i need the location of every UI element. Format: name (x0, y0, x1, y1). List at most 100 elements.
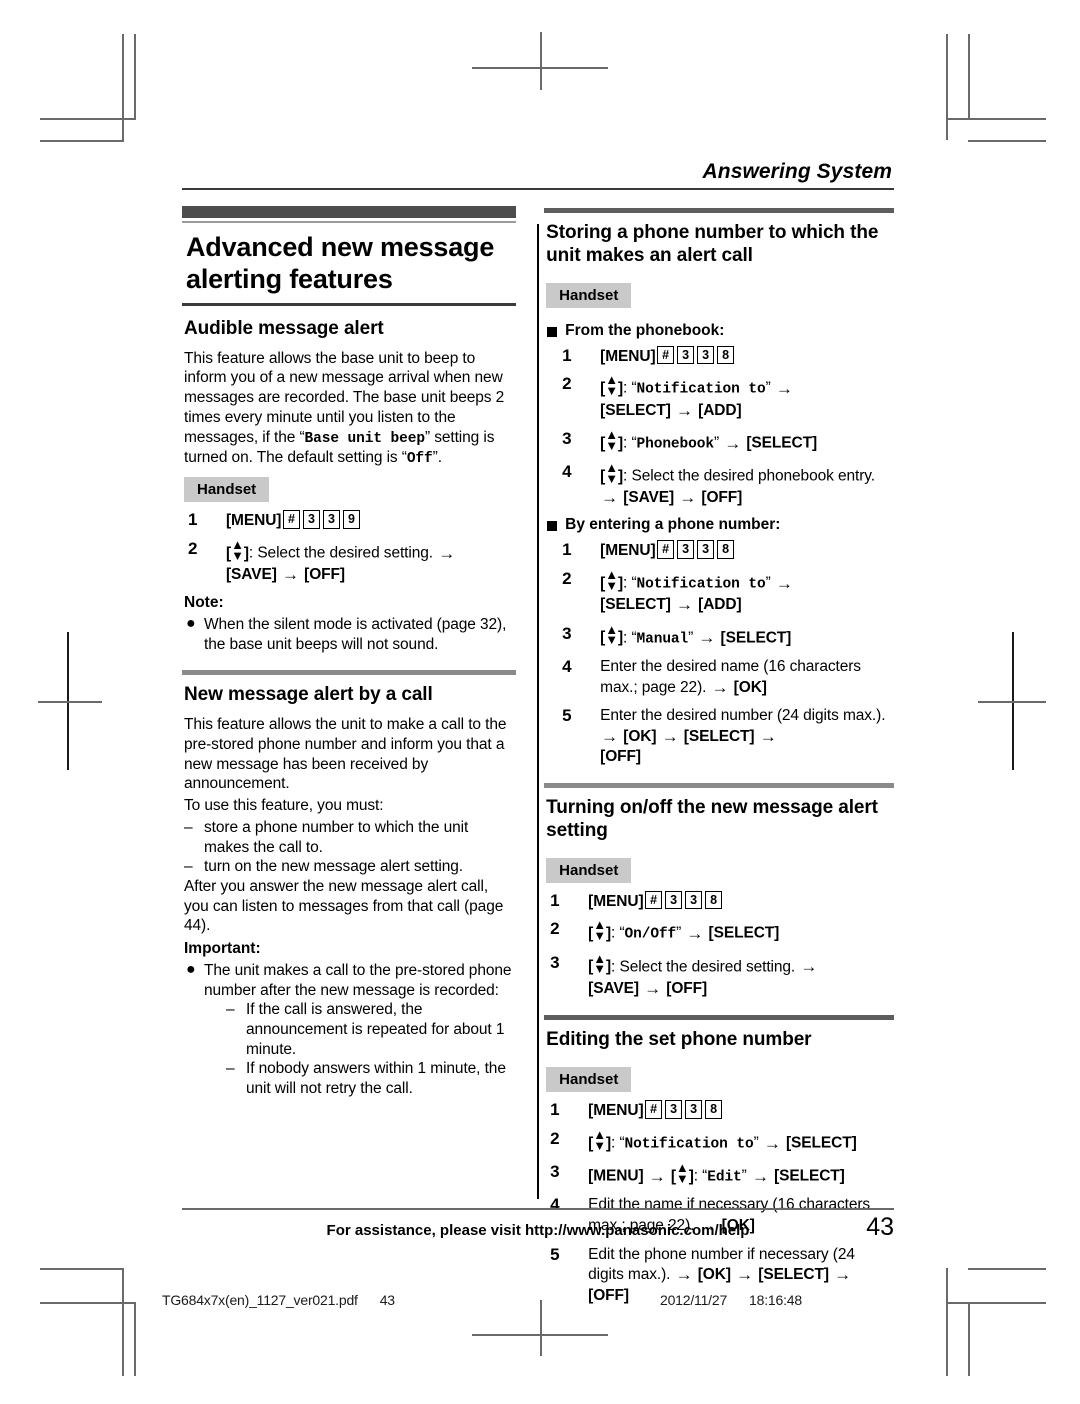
key-8-icon: 8 (705, 890, 723, 910)
menu-key-label: [MENU] (600, 542, 656, 560)
menu-item-label: Notification to (636, 576, 766, 593)
menu-item-label: Notification to (636, 381, 766, 398)
left-column: Advanced new message alerting features A… (182, 206, 528, 1220)
bullet-dot-icon: ● (186, 614, 196, 632)
important-label: Important: (184, 940, 261, 958)
step-item: 2 [▲ ▼]: “Notification to” → [SELECT] → [A… (562, 566, 793, 615)
footer-rule (182, 1208, 894, 1210)
navigator-key-icon: [▲ ▼] (600, 621, 624, 648)
step-number: 1 (550, 890, 560, 910)
step-item: 2 [▲ ▼]: “On/Off” → [SELECT] (550, 917, 780, 944)
crop-mark-bottom-left-h2 (40, 1302, 136, 1304)
square-bullet-icon (547, 521, 558, 532)
menu-item-label: Phonebook (636, 436, 715, 453)
step-number: 1 (188, 510, 198, 530)
chapter-rule-thin (182, 221, 517, 223)
crop-mark-top-left-outer (134, 34, 136, 118)
arrow-icon: → (601, 487, 619, 507)
running-head: Answering System (702, 160, 892, 183)
step-number: 3 (562, 623, 572, 643)
key-3-icon: 3 (697, 345, 715, 365)
off-key-label: [OFF] (701, 488, 743, 506)
arrow-icon: → (834, 1265, 852, 1285)
step-item: 1 [MENU] #3 3 8 (546, 1100, 894, 1121)
important-sub-list: – If the call is answered, the announceme… (224, 1000, 516, 1098)
page-number: 43 (866, 1213, 894, 1241)
crop-mark-bottom-right-inner (946, 1268, 948, 1376)
step-number: 2 (562, 568, 572, 588)
list-item: ● When the silent mode is activated (page… (184, 615, 516, 654)
handset-tag: Handset (546, 1067, 632, 1093)
step-text: : Select the desired setting. (248, 544, 438, 562)
section-rule (182, 670, 517, 676)
step-item: 4 [▲ ▼]: Select the desired phonebook ent… (558, 462, 894, 508)
crop-mark-top-right-inner (946, 34, 948, 140)
step-text: Enter the desired number (24 digits max.… (600, 707, 886, 725)
crop-mark-bottom-left-inner (122, 1268, 124, 1376)
step-item: 5 Enter the desired number (24 digits ma… (558, 706, 894, 767)
save-key-label: [SAVE] (588, 979, 639, 997)
two-column-layout: Advanced new message alerting features A… (182, 206, 894, 1304)
important-list: ● The unit makes a call to the pre-store… (184, 961, 516, 1099)
arrow-icon: → (736, 1265, 754, 1285)
arrow-icon: → (759, 726, 777, 746)
arrow-icon: → (686, 924, 704, 944)
section-title-editing-phone-number: Editing the set phone number (546, 1029, 812, 1051)
step-number: 4 (562, 462, 572, 482)
step-number: 2 (550, 919, 560, 939)
dash-icon: – (226, 1001, 235, 1019)
bullet-dot-icon: ● (186, 961, 196, 979)
requirement-text: store a phone number to which the unit m… (204, 818, 469, 856)
arrow-icon: → (698, 628, 716, 648)
navigator-key-icon: [▲ ▼] (600, 427, 624, 453)
step-number: 1 (550, 1100, 560, 1120)
save-key-label: [SAVE] (226, 566, 277, 584)
important-sub-text: If the call is answered, the announcemen… (246, 1001, 505, 1058)
dash-icon: – (226, 1060, 235, 1078)
step-number: 2 (550, 1128, 560, 1148)
key-8-icon: 8 (717, 540, 735, 559)
turning-on-off-steps: 1 [MENU] #3 3 8 2 [▲ ▼]: “On/Off” → [SELECT]… (546, 890, 894, 1000)
select-key-label: [SELECT] (774, 1167, 845, 1185)
editing-phone-number-steps: 1 [MENU] #3 3 8 2 [▲ ▼]: “Notification to” →… (546, 1100, 894, 1305)
right-column: Storing a phone number to which the unit… (528, 206, 894, 1304)
step-item: 4 Enter the desired name (16 characters … (558, 657, 894, 698)
section-title-new-message-alert-by-call: New message alert by a call (184, 684, 433, 706)
new-message-alert-paragraph-c: After you answer the new message alert c… (184, 877, 504, 935)
arrow-icon: → (676, 400, 693, 420)
navigator-key-icon: [▲ ▼] (588, 917, 612, 944)
select-key-label: [SELECT] (683, 727, 755, 745)
key-3-icon: 3 (685, 1100, 703, 1119)
registration-mark-top-center-h (472, 67, 608, 69)
step-item: 3 [▲ ▼]: Select the desired setting. → [SA… (546, 952, 894, 1000)
select-key-label: [SELECT] (720, 629, 792, 647)
registration-mark-bottom-center-v (540, 1300, 542, 1356)
section-rule (544, 783, 894, 789)
chapter-bar (182, 206, 517, 218)
arrow-icon: → (679, 487, 697, 507)
section-title-audible-message-alert: Audible message alert (184, 317, 384, 339)
step-item: 1 [MENU] #3 3 9 (184, 510, 516, 531)
page-content: Answering System Advanced new message al… (182, 160, 894, 1304)
list-item: – turn on the new message alert setting. (182, 857, 516, 877)
save-key-label: [SAVE] (623, 488, 675, 506)
key-3-icon: 3 (665, 890, 683, 910)
subheading-label: From the phonebook: (565, 321, 725, 339)
subheading-from-phonebook: From the phonebook: (546, 322, 894, 340)
key-hash-icon: # (645, 1100, 663, 1119)
section-title-turning-on-off: Turning on/off the new message alert set… (546, 797, 878, 841)
menu-key-label: [MENU] (588, 1102, 644, 1120)
crop-mark-top-left-h2 (40, 140, 124, 142)
navigator-key-icon: [▲ ▼] (588, 1126, 612, 1153)
key-hash-icon: # (657, 540, 675, 559)
mono-off: Off (406, 451, 433, 467)
navigator-key-icon: [▲ ▼] (600, 566, 624, 593)
key-hash-icon: # (282, 510, 300, 529)
handset-tag: Handset (546, 282, 632, 308)
list-item: – If the call is answered, the announceme… (224, 1000, 516, 1059)
arrow-icon: → (724, 433, 742, 453)
print-slug-left: TG684x7x(en)_1127_ver021.pdf 43 (162, 1292, 395, 1308)
step-item: 2 [▲ ▼]: Select the desired setting. → [SA… (184, 538, 516, 586)
step-number: 3 (550, 952, 560, 972)
dash-icon: – (184, 818, 193, 836)
